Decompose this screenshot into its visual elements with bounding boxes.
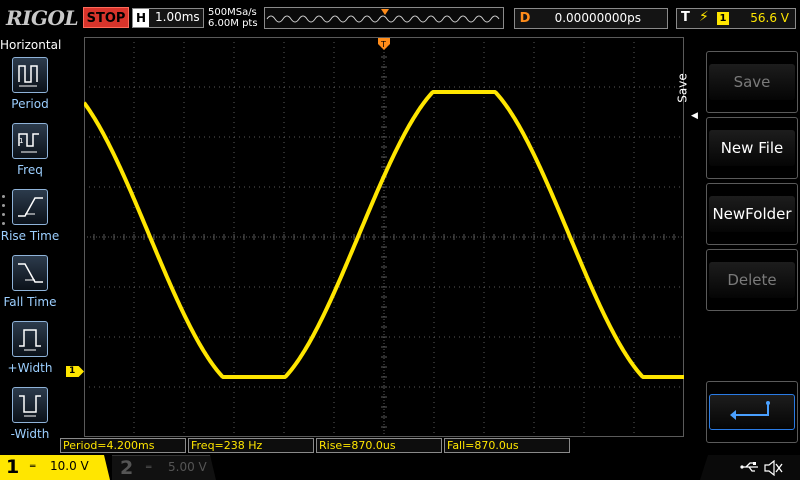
back-button[interactable] [706, 381, 798, 443]
waveform-display[interactable] [84, 37, 684, 437]
channel-1-tab[interactable]: 1 ═ 10.0 V [0, 455, 110, 480]
measure-negative-width[interactable]: -Width [0, 387, 60, 451]
channel-1-trace [84, 90, 684, 379]
negative-width-icon [12, 387, 48, 423]
delay-value: 0.00000000ps [554, 11, 641, 25]
timebase-value: 1.00ms [155, 10, 200, 24]
measure-freq-label: Freq [17, 163, 43, 177]
channel-2-tab[interactable]: 2 ═ 5.00 V [112, 455, 216, 480]
fall-result[interactable]: Fall=870.0us [444, 438, 570, 453]
measure-positive-width[interactable]: +Width [0, 321, 60, 385]
frequency-result[interactable]: Freq=238 Hz [188, 438, 314, 453]
new-file-button[interactable]: New File [706, 117, 798, 179]
status-bar: RIGOL STOP H 1.00ms 500MSa/s 6.00M pts D… [0, 0, 800, 36]
memory-depth: 6.00M pts [208, 18, 258, 29]
measure-period[interactable]: Period [0, 57, 60, 121]
period-icon [12, 57, 48, 93]
dc-coupling-icon: ═ [30, 462, 36, 472]
period-result[interactable]: Period=4.200ms [60, 438, 186, 453]
channel-2-number: 2 [120, 457, 134, 479]
channel-1-scale: 10.0 V [50, 459, 89, 473]
svg-text:T: T [380, 40, 386, 49]
trigger-position-marker[interactable]: T [378, 38, 390, 53]
measure-rise-time[interactable]: Rise Time [0, 189, 60, 253]
overview-waveform [266, 9, 500, 23]
frequency-icon: 1 [12, 123, 48, 159]
delete-button[interactable]: Delete [706, 249, 798, 311]
rising-edge-icon: ⚡ [699, 9, 709, 25]
usb-icon [740, 462, 758, 472]
trigger-display[interactable]: T ⚡ 1 56.6 V [676, 8, 796, 29]
memory-waveform-overview [264, 7, 504, 29]
measure-negative-width-label: -Width [10, 427, 50, 441]
measure-freq[interactable]: 1 Freq [0, 123, 60, 187]
horizontal-label: H [133, 9, 149, 27]
channel-1-number: 1 [6, 456, 20, 478]
save-menu-title: Save ◀ [675, 73, 698, 121]
measure-rise-label: Rise Time [0, 229, 60, 243]
measure-positive-width-label: +Width [7, 361, 53, 375]
measure-panel-title: Horizontal [0, 38, 62, 52]
dc-coupling-icon: ═ [146, 463, 152, 473]
channel-1-ground-marker[interactable]: 1 [66, 366, 84, 377]
save-menu: Save ◀ Save New File NewFolder Delete [675, 37, 800, 443]
trigger-level: 56.6 V [750, 11, 789, 25]
measure-fall-label: Fall Time [3, 295, 57, 309]
svg-text:1: 1 [19, 137, 23, 145]
sample-rate: 500MSa/s [208, 7, 257, 18]
delay-display[interactable]: D 0.00000000ps [514, 8, 668, 29]
fall-time-icon [12, 255, 48, 291]
rise-time-icon [12, 189, 48, 225]
delay-label: D [519, 11, 531, 26]
horizontal-timebase[interactable]: H 1.00ms [132, 8, 204, 28]
new-folder-button[interactable]: NewFolder [706, 183, 798, 245]
run-stop-indicator[interactable]: STOP [83, 7, 129, 28]
trigger-source: 1 [717, 12, 729, 25]
menu-collapse-icon[interactable]: ◀ [691, 111, 698, 121]
trigger-label: T [681, 10, 690, 25]
rise-result[interactable]: Rise=870.0us [316, 438, 442, 453]
return-arrow-icon [709, 394, 795, 430]
positive-width-icon [12, 321, 48, 357]
acquisition-info: 500MSa/s 6.00M pts [208, 7, 258, 29]
measure-fall-time[interactable]: Fall Time [0, 255, 60, 319]
save-button[interactable]: Save [706, 51, 798, 113]
channel-2-scale: 5.00 V [168, 460, 207, 474]
channel-bar: 1 ═ 10.0 V 2 ═ 5.00 V [0, 455, 800, 480]
measurement-results: Period=4.200ms Freq=238 Hz Rise=870.0us … [60, 438, 686, 453]
speaker-muted-icon[interactable] [764, 460, 784, 476]
measure-period-label: Period [11, 97, 49, 111]
measure-panel: Horizontal Period 1 Freq Rise Time Fall … [0, 37, 62, 441]
channel-1-waveform [84, 90, 684, 379]
rigol-logo: RIGOL [6, 6, 79, 30]
